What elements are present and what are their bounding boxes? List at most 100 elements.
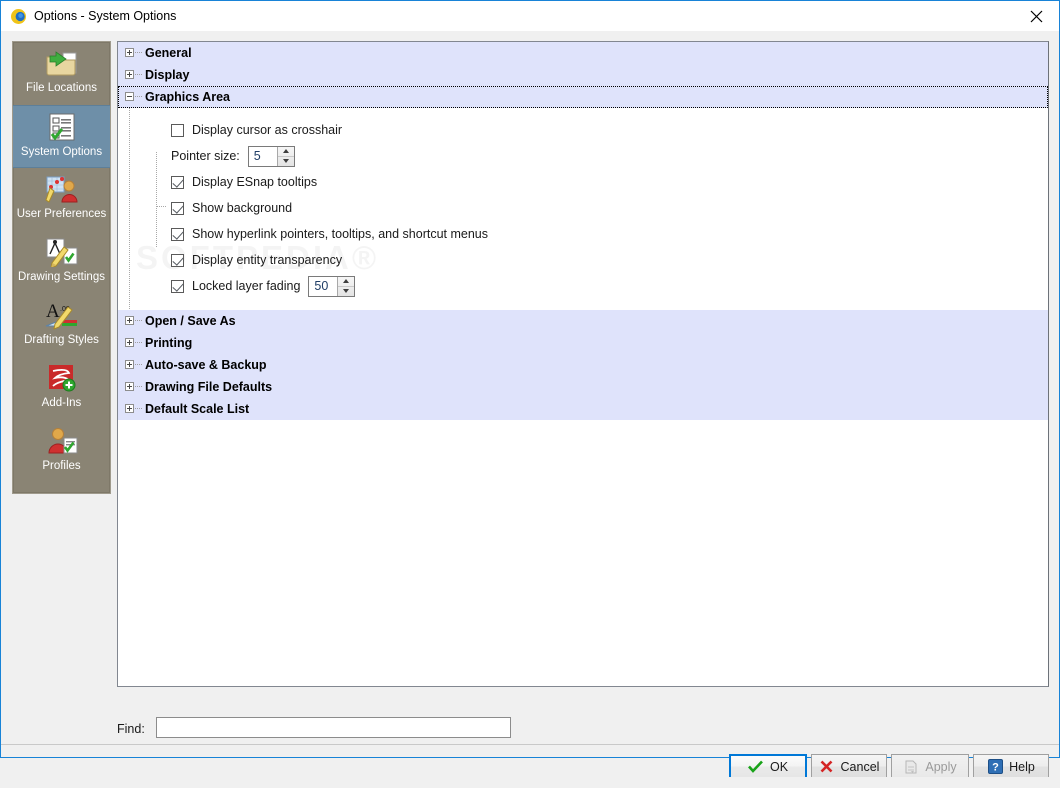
stepper-up-icon[interactable] (277, 147, 294, 157)
tree-group-label: Default Scale List (145, 402, 250, 416)
checkbox-display-entity-transparency[interactable] (171, 253, 184, 267)
expand-plus-icon[interactable] (125, 382, 134, 391)
checkbox-show-background[interactable] (171, 201, 184, 215)
checkbox-display-esnap-tooltips[interactable] (171, 175, 184, 189)
tree-group-label: Display (145, 68, 190, 82)
cancel-button-label: Cancel (840, 759, 880, 774)
option-show-hyperlink-pointers: Show hyperlink pointers, tooltips, and s… (118, 221, 1048, 247)
expand-plus-icon[interactable] (125, 338, 134, 347)
stepper-down-icon[interactable] (278, 157, 294, 166)
find-input[interactable] (156, 717, 511, 738)
expand-plus-icon[interactable] (125, 404, 134, 413)
sidebar-item-system-options[interactable]: System Options (13, 105, 110, 168)
option-label: Display cursor as crosshair (192, 123, 343, 137)
option-label: Show hyperlink pointers, tooltips, and s… (192, 227, 488, 241)
tree-connector (157, 206, 166, 207)
tree-connector (135, 342, 142, 343)
checkbox-display-cursor-as-crosshair[interactable] (171, 123, 184, 137)
tree-group-general[interactable]: General (118, 42, 1048, 64)
tree-group-label: Auto-save & Backup (145, 358, 267, 372)
addin-plus-icon (43, 361, 81, 395)
option-label: Display entity transparency (192, 253, 343, 267)
stepper-up-icon[interactable] (338, 277, 355, 287)
ok-button-label: OK (769, 759, 789, 774)
options-category-sidebar: File Locations System Options User Prefe… (12, 41, 111, 494)
checkbox-show-hyperlink-pointers[interactable] (171, 227, 184, 241)
option-show-background: Show background (118, 195, 1048, 221)
checkbox-locked-layer-fading[interactable] (171, 279, 184, 293)
pencil-drawing-icon (43, 235, 81, 269)
sidebar-item-drawing-settings[interactable]: Drawing Settings (13, 231, 110, 294)
locked-layer-fading-stepper[interactable]: 50 (308, 275, 356, 297)
pointer-size-value[interactable]: 5 (249, 147, 277, 166)
draftsight-logo-icon (10, 8, 27, 25)
stepper-buttons (276, 146, 294, 166)
sidebar-item-label: Profiles (42, 460, 81, 472)
find-label: Find: (117, 722, 145, 736)
option-label: Show background (192, 201, 293, 215)
locked-layer-fading-value[interactable]: 50 (309, 277, 337, 296)
sidebar-item-file-locations[interactable]: File Locations (13, 42, 110, 105)
option-display-cursor-as-crosshair: Display cursor as crosshair (118, 117, 1048, 143)
tree-connector (135, 96, 142, 97)
user-profile-icon (43, 424, 81, 458)
svg-text:A: A (46, 301, 60, 322)
tree-group-open-save-as[interactable]: Open / Save As (118, 310, 1048, 332)
expand-plus-icon[interactable] (125, 360, 134, 369)
expand-plus-icon[interactable] (125, 70, 134, 79)
stepper-buttons (337, 276, 355, 296)
status-bar (1, 777, 1059, 788)
sidebar-item-label: Drafting Styles (24, 334, 99, 346)
green-check-icon (748, 759, 764, 775)
tree-group-drawing-file-defaults[interactable]: Drawing File Defaults (118, 376, 1048, 398)
collapse-minus-icon[interactable] (125, 92, 134, 101)
tree-group-default-scale-list[interactable]: Default Scale List (118, 398, 1048, 420)
user-chart-icon (43, 172, 81, 206)
sidebar-item-profiles[interactable]: Profiles (13, 420, 110, 483)
tree-connector (135, 386, 142, 387)
close-icon[interactable] (1013, 1, 1059, 31)
options-tree-panel[interactable]: SOFTPEDIA® General Display Graphics Area (117, 41, 1049, 687)
sidebar-item-add-ins[interactable]: Add-Ins (13, 357, 110, 420)
sidebar-item-label: System Options (20, 146, 103, 158)
apply-page-icon (903, 759, 919, 775)
window-title: Options - System Options (34, 9, 177, 23)
tree-group-label: General (145, 46, 192, 60)
svg-text:?: ? (992, 762, 999, 774)
tree-group-label: Drawing File Defaults (145, 380, 273, 394)
expand-plus-icon[interactable] (125, 316, 134, 325)
text-style-icon: A .00 (43, 298, 81, 332)
option-locked-layer-fading: Locked layer fading 50 (118, 273, 1048, 299)
tree-connector (135, 408, 142, 409)
question-help-icon: ? (987, 759, 1003, 775)
tree-connector (135, 320, 142, 321)
help-button-label: Help (1009, 759, 1035, 774)
apply-button-label: Apply (925, 759, 957, 774)
tree-group-label: Graphics Area (145, 90, 230, 104)
tree-group-auto-save-backup[interactable]: Auto-save & Backup (118, 354, 1048, 376)
sidebar-item-drafting-styles[interactable]: A .00 Drafting Styles (13, 294, 110, 357)
expand-plus-icon[interactable] (125, 48, 134, 57)
sidebar-item-user-preferences[interactable]: User Preferences (13, 168, 110, 231)
option-display-entity-transparency: Display entity transparency (118, 247, 1048, 273)
tree-group-graphics-area[interactable]: Graphics Area (118, 86, 1048, 108)
option-label: Display ESnap tooltips (192, 175, 318, 189)
tree-group-label: Open / Save As (145, 314, 236, 328)
stepper-down-icon[interactable] (338, 287, 354, 296)
tree-group-display[interactable]: Display (118, 64, 1048, 86)
red-x-icon (819, 759, 835, 775)
option-label: Pointer size: (171, 149, 240, 163)
dialog-content: File Locations System Options User Prefe… (1, 32, 1059, 788)
sidebar-item-label: Drawing Settings (18, 271, 105, 283)
tree-connector (135, 52, 142, 53)
title-bar: Options - System Options (1, 1, 1059, 32)
footer-divider (1, 744, 1059, 745)
sidebar-item-label: User Preferences (16, 208, 107, 220)
tree-group-label: Printing (145, 336, 193, 350)
checklist-icon (43, 110, 81, 144)
pointer-size-stepper[interactable]: 5 (247, 145, 295, 167)
option-pointer-size: Pointer size: 5 (118, 143, 1048, 169)
tree-connector (135, 74, 142, 75)
sidebar-item-label: Add-Ins (41, 397, 82, 409)
tree-group-printing[interactable]: Printing (118, 332, 1048, 354)
